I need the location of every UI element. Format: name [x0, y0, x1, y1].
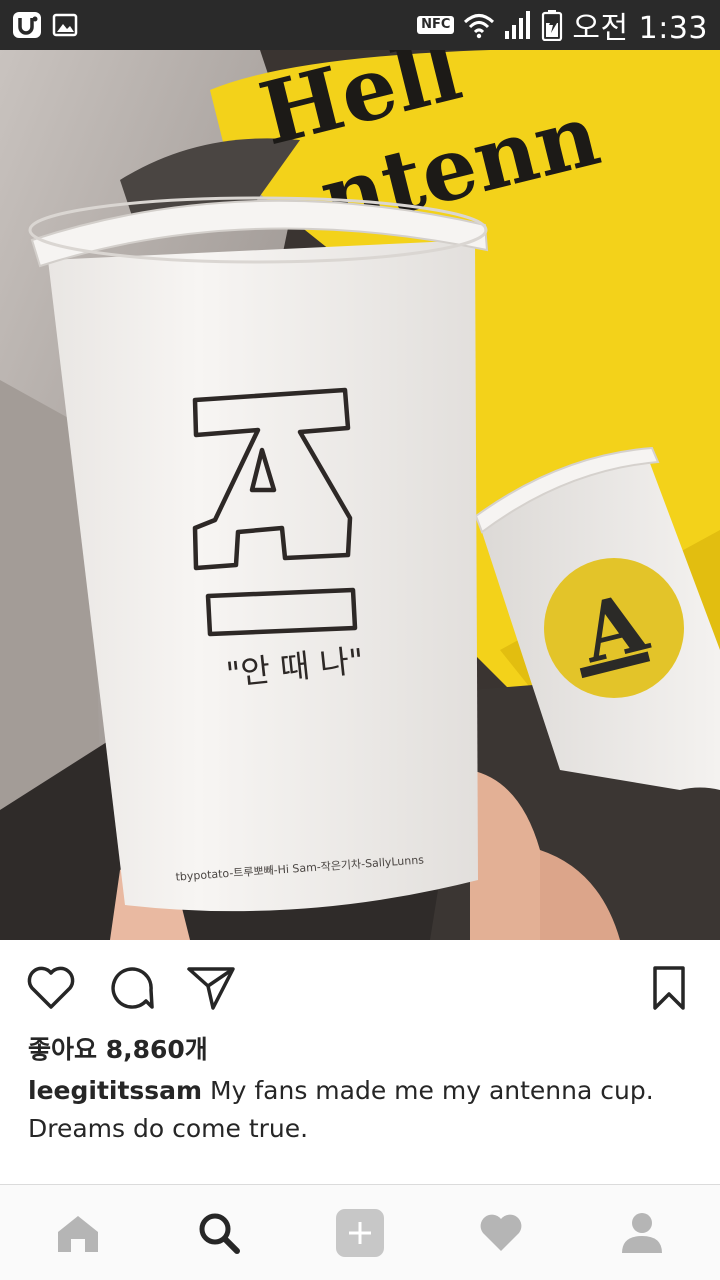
- add-icon: [335, 1208, 384, 1257]
- post-caption: leegititssam My fans made me my antenna …: [28, 1072, 688, 1148]
- gallery-icon: [52, 12, 78, 38]
- post-photo[interactable]: Hell ntenn A "안 때 나" tbypotato-트루뽀빼-Hi S…: [0, 50, 720, 940]
- bookmark-button[interactable]: [640, 959, 698, 1017]
- search-icon: [199, 1213, 241, 1254]
- profile-icon: [621, 1212, 662, 1253]
- caption-username[interactable]: leegititssam: [28, 1076, 202, 1105]
- clock: 오전 1:33: [572, 11, 708, 46]
- nav-profile[interactable]: [592, 1193, 692, 1273]
- nav-add[interactable]: [310, 1193, 410, 1273]
- nav-search[interactable]: [169, 1193, 269, 1273]
- wifi-icon: [463, 11, 495, 39]
- u-plus-icon: [12, 11, 42, 39]
- nav-activity[interactable]: [451, 1193, 551, 1273]
- nfc-badge: NFC: [417, 16, 455, 34]
- action-row: [0, 940, 720, 1036]
- battery-icon: [541, 9, 563, 41]
- share-icon: [187, 967, 235, 1010]
- bookmark-icon: [653, 966, 685, 1010]
- status-bar: NFC 오전 1:33: [0, 0, 720, 50]
- share-button[interactable]: [182, 959, 240, 1017]
- heart-icon: [27, 966, 75, 1009]
- bottom-nav: [0, 1184, 720, 1280]
- post-image: Hell ntenn A "안 때 나" tbypotato-트루뽀빼-Hi S…: [0, 50, 720, 940]
- home-icon: [58, 1215, 99, 1252]
- comment-button[interactable]: [102, 959, 160, 1017]
- activity-icon: [480, 1214, 522, 1251]
- status-right: NFC 오전 1:33: [417, 3, 708, 47]
- signal-icon: [504, 10, 532, 40]
- comment-icon: [111, 967, 154, 1009]
- like-button[interactable]: [22, 959, 80, 1017]
- nav-home[interactable]: [28, 1193, 128, 1273]
- status-left: [12, 11, 78, 39]
- likes-count[interactable]: 좋아요 8,860개: [28, 1030, 208, 1066]
